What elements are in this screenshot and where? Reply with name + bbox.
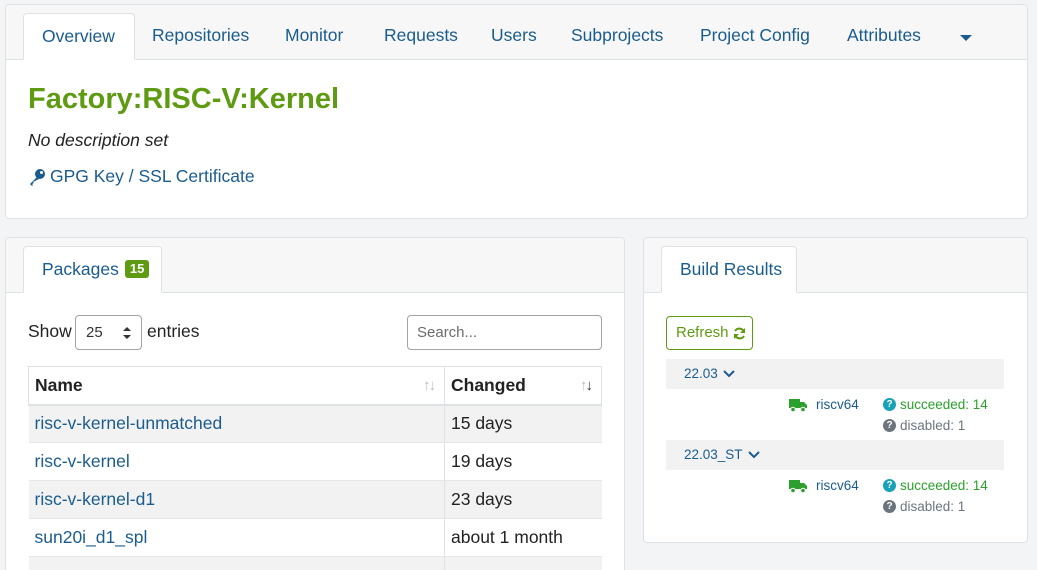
packages-count-badge: 15 bbox=[124, 260, 150, 278]
page-size-value: 25 bbox=[86, 324, 103, 341]
package-link[interactable]: risc-v-kernel-unmatched bbox=[35, 413, 223, 433]
page-title: Factory:RISC-V:Kernel bbox=[28, 83, 340, 115]
changed-cell: 19 days bbox=[444, 442, 602, 481]
status-disabled[interactable]: ? disabled: 1 bbox=[883, 418, 965, 433]
arch-link[interactable]: riscv64 bbox=[789, 478, 859, 493]
status-disabled-label: disabled: 1 bbox=[900, 418, 966, 433]
status-succeeded[interactable]: ? succeeded: 14 bbox=[883, 397, 988, 412]
page-size-select[interactable]: 25 bbox=[75, 315, 142, 350]
question-circle-icon: ? bbox=[883, 500, 896, 513]
table-row: sun20i_d1_spl about 1 month bbox=[28, 518, 602, 557]
column-name-label: Name bbox=[35, 374, 83, 395]
tab-build-results[interactable]: Build Results bbox=[661, 246, 797, 293]
gpg-key-link[interactable]: GPG Key / SSL Certificate bbox=[28, 166, 255, 187]
packages-table: Name ↑↓ Changed ↑↓ risc-v-kernel-unmatch… bbox=[28, 366, 602, 570]
status-disabled[interactable]: ? disabled: 1 bbox=[883, 499, 965, 514]
repo-toggle-22-03[interactable]: 22.03 bbox=[666, 359, 1004, 389]
question-circle-icon: ? bbox=[883, 398, 896, 411]
sort-arrows-icon bbox=[123, 327, 131, 339]
refresh-label: Refresh bbox=[676, 324, 729, 341]
refresh-button[interactable]: Refresh bbox=[666, 316, 753, 350]
tab-packages[interactable]: Packages 15 bbox=[23, 246, 162, 293]
question-circle-icon: ? bbox=[883, 419, 896, 432]
table-row: risc-v-kernel-unmatched 15 days bbox=[28, 404, 602, 443]
packages-tab-label: Packages bbox=[42, 259, 119, 279]
gpg-link-label: GPG Key / SSL Certificate bbox=[50, 166, 255, 186]
package-name-cell: risc-v-kernel-unmatched bbox=[28, 404, 445, 443]
repo-name: 22.03_ST bbox=[684, 447, 743, 462]
package-link[interactable]: risc-v-kernel bbox=[35, 451, 130, 471]
package-link[interactable]: sun20i_d1_spl bbox=[35, 527, 148, 547]
status-succeeded-label: succeeded: 14 bbox=[900, 397, 988, 412]
table-row: risc-v-kernel-d1 23 days bbox=[28, 480, 602, 519]
arch-link[interactable]: riscv64 bbox=[789, 397, 859, 412]
project-tabs: Overview Repositories Monitor Requests U… bbox=[6, 5, 1027, 60]
tab-repositories[interactable]: Repositories bbox=[152, 13, 249, 60]
package-name-cell: risc-v-kernel bbox=[28, 442, 445, 481]
package-search-input[interactable] bbox=[407, 315, 602, 350]
package-name-cell bbox=[28, 556, 445, 570]
package-name-cell: risc-v-kernel-d1 bbox=[28, 480, 445, 519]
status-disabled-label: disabled: 1 bbox=[900, 499, 966, 514]
build-results-card: Build Results Refresh 22.03 riscv64 ? su… bbox=[643, 237, 1028, 543]
changed-cell: 15 days bbox=[444, 404, 602, 443]
repo-name: 22.03 bbox=[684, 366, 718, 381]
changed-cell: about 1 month bbox=[444, 518, 602, 557]
tab-subprojects[interactable]: Subprojects bbox=[571, 13, 663, 60]
status-succeeded[interactable]: ? succeeded: 14 bbox=[883, 478, 988, 493]
caret-down-icon[interactable] bbox=[960, 35, 972, 41]
sort-icon: ↑↓ bbox=[423, 377, 436, 394]
truck-icon bbox=[789, 398, 807, 412]
chevron-down-icon bbox=[747, 451, 760, 459]
question-circle-icon: ? bbox=[883, 479, 896, 492]
tab-overview[interactable]: Overview bbox=[23, 13, 135, 60]
packages-tabs: Packages 15 bbox=[6, 238, 624, 293]
chevron-down-icon bbox=[723, 370, 735, 378]
project-description: No description set bbox=[28, 130, 169, 150]
refresh-icon bbox=[733, 327, 745, 339]
packages-card: Packages 15 Show 25 entries Name ↑↓ Chang… bbox=[5, 237, 625, 570]
key-icon bbox=[30, 168, 45, 186]
entries-label: entries bbox=[147, 321, 200, 341]
truck-icon bbox=[789, 479, 807, 493]
changed-cell bbox=[444, 556, 602, 570]
show-label: Show bbox=[28, 321, 72, 341]
table-row bbox=[28, 556, 602, 570]
table-row: risc-v-kernel 19 days bbox=[28, 442, 602, 481]
repo-toggle-22-03-st[interactable]: 22.03_ST bbox=[666, 440, 1004, 470]
column-changed-label: Changed bbox=[451, 374, 526, 395]
tab-attributes[interactable]: Attributes bbox=[847, 13, 921, 60]
column-header-changed[interactable]: Changed ↑↓ bbox=[444, 366, 602, 406]
tab-requests[interactable]: Requests bbox=[384, 13, 458, 60]
column-header-name[interactable]: Name ↑↓ bbox=[28, 366, 445, 406]
tab-project-config[interactable]: Project Config bbox=[700, 13, 810, 60]
changed-cell: 23 days bbox=[444, 480, 602, 519]
project-card: Overview Repositories Monitor Requests U… bbox=[5, 4, 1028, 219]
tab-users[interactable]: Users bbox=[491, 13, 537, 60]
package-name-cell: sun20i_d1_spl bbox=[28, 518, 445, 557]
arch-label: riscv64 bbox=[816, 397, 859, 412]
tab-monitor[interactable]: Monitor bbox=[285, 13, 343, 60]
package-link[interactable]: risc-v-kernel-d1 bbox=[35, 489, 156, 509]
sort-desc-icon: ↑↓ bbox=[580, 377, 593, 394]
status-succeeded-label: succeeded: 14 bbox=[900, 478, 988, 493]
arch-label: riscv64 bbox=[816, 478, 859, 493]
build-results-tabs: Build Results bbox=[644, 238, 1027, 293]
